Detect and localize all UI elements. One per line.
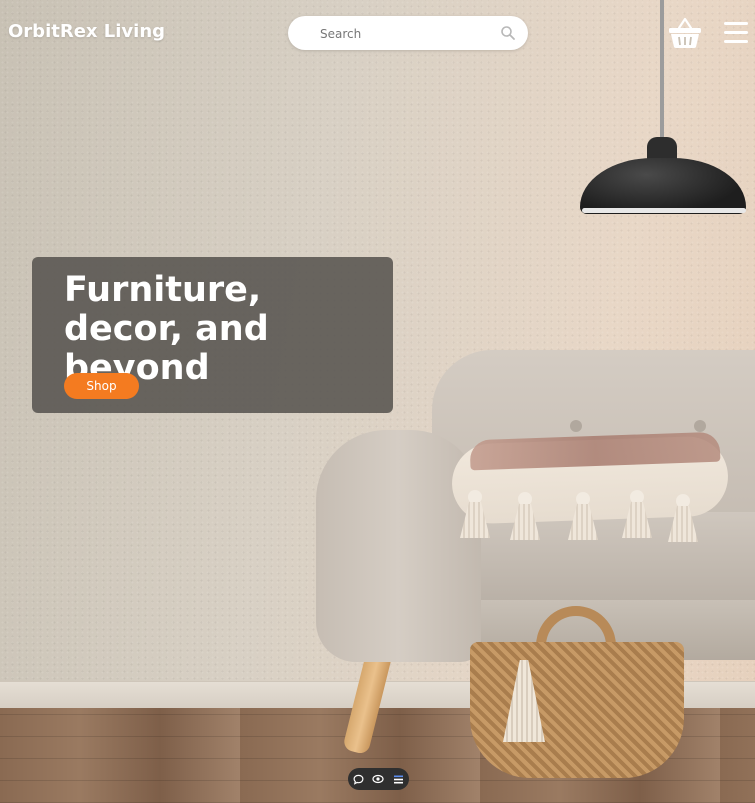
sofa-button bbox=[570, 420, 582, 432]
hamburger-menu-icon[interactable] bbox=[722, 20, 750, 46]
list-icon[interactable] bbox=[393, 773, 405, 785]
brand-logo[interactable]: OrbitRex Living bbox=[8, 21, 165, 42]
lamp-cord bbox=[660, 0, 664, 140]
home-page: OrbitRex Living Furniture, decor, and be… bbox=[0, 0, 755, 803]
pillow-tassel bbox=[458, 490, 492, 538]
search-icon[interactable] bbox=[500, 25, 516, 41]
sofa-button bbox=[694, 420, 706, 432]
pillow-tassel bbox=[566, 492, 600, 540]
basket-icon[interactable] bbox=[667, 16, 703, 50]
shop-button[interactable]: Shop bbox=[64, 373, 139, 399]
hero-title: Furniture, decor, and beyond bbox=[64, 270, 269, 388]
eye-icon[interactable] bbox=[372, 773, 385, 785]
search-input[interactable] bbox=[318, 22, 492, 46]
pillow-tassel bbox=[666, 494, 700, 542]
pillow-tassel bbox=[620, 490, 654, 538]
chat-icon[interactable] bbox=[352, 773, 364, 785]
search-bar[interactable] bbox=[288, 16, 528, 50]
floating-toolbar bbox=[348, 768, 409, 790]
pillow-tassel bbox=[508, 492, 542, 540]
woven-basket bbox=[470, 642, 684, 778]
lamp-rim bbox=[582, 208, 746, 213]
hero-card: Furniture, decor, and beyond Shop bbox=[32, 257, 393, 413]
